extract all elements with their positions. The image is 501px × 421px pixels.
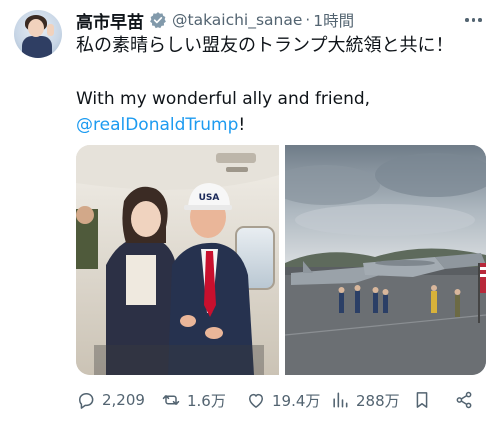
cap-text: USA	[199, 193, 220, 203]
views-icon	[333, 392, 348, 408]
share-button[interactable]	[454, 388, 474, 412]
bookmark-icon	[416, 392, 428, 408]
photo-carrier-deck[interactable]	[285, 145, 486, 375]
like-icon	[249, 393, 263, 408]
repost-icon	[162, 395, 180, 405]
display-name[interactable]: 高市早苗	[76, 8, 144, 33]
tweet-text-en: With my wonderful ally and friend,	[76, 89, 371, 109]
tweet-header: 高市早苗 @takaichi_sanae · 1時間	[76, 8, 354, 33]
timestamp[interactable]: 1時間	[313, 9, 354, 31]
views-count: 288万	[356, 391, 400, 410]
reply-icon	[79, 393, 94, 409]
views-button[interactable]: 288万	[330, 388, 400, 412]
handle[interactable]: @takaichi_sanae	[172, 11, 302, 29]
like-count: 19.4万	[272, 391, 321, 410]
like-button[interactable]: 19.4万	[246, 388, 320, 412]
tweet-text-mention-line: @realDonaldTrump!	[76, 114, 245, 136]
repost-button[interactable]: 1.6万	[161, 388, 226, 412]
photo-cabin-image: USA	[76, 145, 279, 375]
media-grid: USA	[76, 145, 486, 375]
bookmark-button[interactable]	[412, 388, 432, 412]
tweet[interactable]: 高市早苗 @takaichi_sanae · 1時間 私の素晴らしい盟友のトラン…	[0, 0, 501, 421]
photo-cabin[interactable]: USA	[76, 145, 279, 375]
more-icon[interactable]	[465, 12, 485, 28]
reply-count: 2,209	[102, 391, 145, 409]
separator: ·	[305, 11, 311, 29]
tweet-text-ja: 私の素晴らしい盟友のトランプ大統領と共に！	[76, 35, 454, 56]
verified-icon	[150, 12, 166, 29]
action-bar: 2,209 1.6万 19.4万 288万	[76, 388, 486, 412]
avatar[interactable]	[14, 10, 62, 58]
mention-suffix: !	[238, 115, 246, 135]
mention-link[interactable]: @realDonaldTrump	[76, 115, 238, 135]
reply-button[interactable]: 2,209	[76, 388, 145, 412]
share-icon	[456, 391, 472, 409]
repost-count: 1.6万	[187, 391, 226, 410]
photo-deck-image	[285, 145, 486, 375]
